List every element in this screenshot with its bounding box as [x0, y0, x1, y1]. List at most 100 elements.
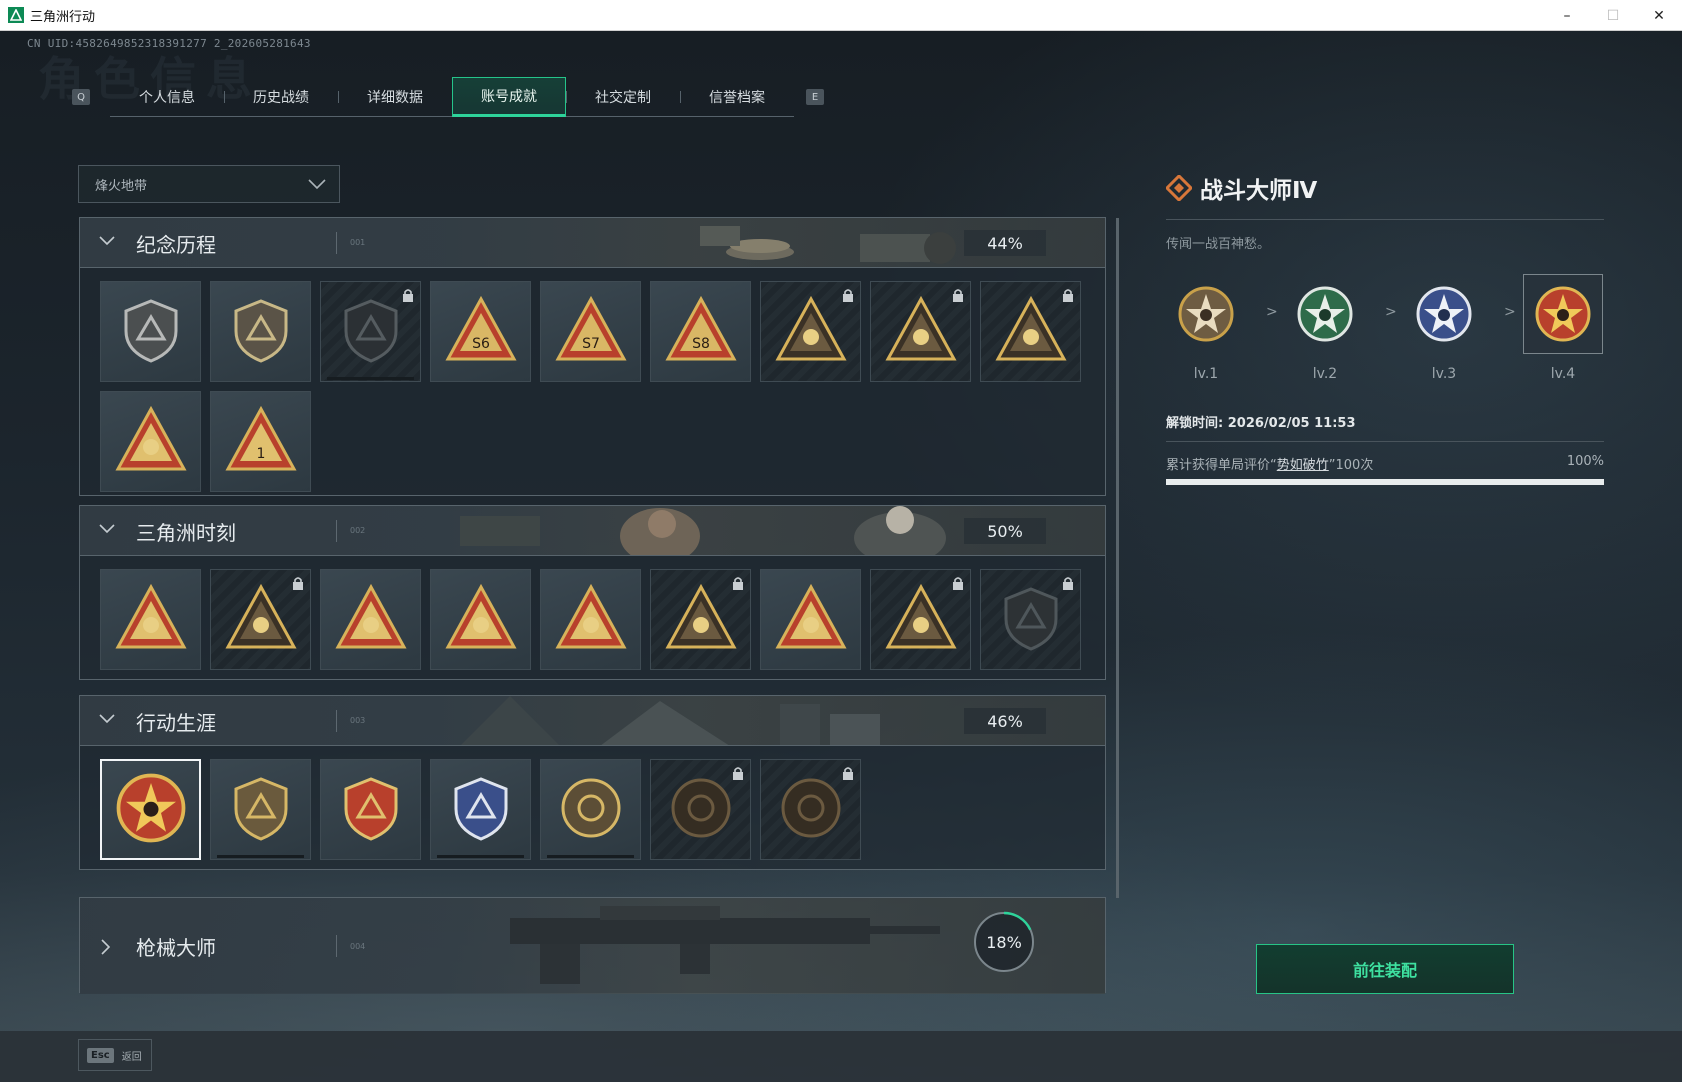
tab-3[interactable]: 详细数据 — [338, 77, 452, 117]
star-medal-icon — [1523, 274, 1603, 354]
divider — [1166, 441, 1604, 442]
level-label: lv.1 — [1193, 366, 1219, 382]
achievement-cell[interactable] — [100, 759, 201, 860]
chevron-right-icon — [101, 939, 111, 955]
level-item[interactable]: lv.1 — [1166, 274, 1246, 382]
achievement-cell[interactable] — [760, 759, 861, 860]
level-label: lv.3 — [1431, 366, 1457, 382]
wing-shield-badge-icon — [226, 773, 296, 847]
divider — [336, 935, 337, 957]
detail-title-row: 战斗大师Ⅳ — [1166, 171, 1604, 205]
achievement-cell[interactable]: S6 — [430, 281, 531, 382]
tab-5[interactable]: 社交定制 — [566, 77, 680, 117]
eagle-shield-badge-icon — [336, 773, 406, 847]
category-header[interactable]: 行动生涯 003 46% — [80, 696, 1105, 746]
achievement-cell[interactable] — [430, 759, 531, 860]
achievement-cell[interactable] — [870, 569, 971, 670]
svg-text:1: 1 — [256, 446, 265, 462]
diamond-icon — [1166, 175, 1192, 201]
divider — [336, 232, 337, 254]
progress-strip — [327, 377, 414, 380]
minimize-button[interactable]: – — [1544, 0, 1590, 31]
soldier-badge-icon — [774, 293, 848, 371]
mode-dropdown[interactable]: 烽火地带 — [78, 165, 340, 203]
key-hint-e[interactable]: E — [806, 89, 824, 105]
bottom-bar: Esc 返回 — [0, 1031, 1682, 1082]
window-title: 三角洲行动 — [30, 9, 96, 25]
gem-badge-icon — [444, 581, 518, 659]
requirement-text: 累计获得单局评价“势如破竹”100次 — [1166, 454, 1373, 473]
detail-title: 战斗大师Ⅳ — [1200, 178, 1318, 204]
achievement-cell[interactable] — [320, 281, 421, 382]
level-item[interactable]: lv.4 — [1523, 274, 1603, 382]
level-item[interactable]: lv.3 — [1404, 274, 1484, 382]
achievement-cell[interactable] — [650, 569, 751, 670]
category-panel-weapon-master: 枪械大师 004 18% — [79, 897, 1106, 994]
tab-1[interactable]: 个人信息 — [110, 77, 224, 117]
category-header[interactable]: 枪械大师 004 18% — [80, 898, 1105, 994]
lock-icon — [1062, 575, 1074, 594]
achievement-cell[interactable] — [980, 281, 1081, 382]
achievement-cell[interactable] — [210, 759, 311, 860]
app-area: 角色信息 CN UID:4582649852318391277 2_202605… — [0, 31, 1682, 1082]
city-decoration-icon — [461, 696, 880, 745]
window-titlebar: 三角洲行动 – ☐ ✕ — [0, 0, 1682, 31]
tab-6[interactable]: 信誉档案 — [680, 77, 794, 117]
achievement-cell[interactable] — [100, 281, 201, 382]
star-medal-icon — [1166, 274, 1246, 354]
category-index: 003 — [350, 716, 366, 725]
tab-4[interactable]: 账号成就 — [452, 77, 566, 117]
category-header[interactable]: 三角洲时刻 002 50% — [80, 506, 1105, 556]
category-percent: 18% — [986, 933, 1022, 952]
level-row: lv.1 > lv.2 > lv.3 > lv.4 — [1166, 274, 1604, 384]
progress-strip — [437, 855, 524, 858]
achievement-cell[interactable]: S8 — [650, 281, 751, 382]
arrow-icon: > — [1504, 304, 1516, 320]
achievement-cell[interactable] — [540, 759, 641, 860]
achievement-cell[interactable] — [210, 569, 311, 670]
achievement-cell[interactable]: 1 — [210, 391, 311, 492]
achievement-cell[interactable] — [760, 569, 861, 670]
star-medal-icon — [1285, 274, 1365, 354]
kneel-badge-icon — [334, 581, 408, 659]
requirement-prefix: 累计获得单局评价“ — [1166, 458, 1277, 473]
category-header[interactable]: 纪念历程 001 44% — [80, 218, 1105, 268]
level-item[interactable]: lv.2 — [1285, 274, 1365, 382]
s7-badge-icon: S7 — [554, 293, 628, 371]
achievement-cell[interactable] — [100, 391, 201, 492]
helmet-badge-icon — [336, 295, 406, 369]
achievement-cell[interactable] — [320, 759, 421, 860]
achievement-cell[interactable] — [210, 281, 311, 382]
requirement-suffix: ”100次 — [1328, 458, 1374, 473]
mask-badge-icon — [884, 293, 958, 371]
team-badge-icon — [554, 581, 628, 659]
close-button[interactable]: ✕ — [1636, 0, 1682, 31]
achievement-cell[interactable] — [650, 759, 751, 860]
scrollbar[interactable] — [1116, 218, 1119, 898]
achievement-cell[interactable] — [980, 569, 1081, 670]
soldiers-decoration-icon — [460, 506, 946, 555]
category-percent: 50% — [964, 518, 1046, 544]
s6-badge-icon: S6 — [444, 293, 518, 371]
achievement-cell[interactable] — [760, 281, 861, 382]
progress-strip — [547, 855, 634, 858]
skull-badge-icon — [994, 293, 1068, 371]
category-title: 枪械大师 — [136, 936, 216, 960]
achievement-cell[interactable] — [320, 569, 421, 670]
achievement-cell[interactable] — [540, 569, 641, 670]
achievement-cell[interactable]: S7 — [540, 281, 641, 382]
maximize-button[interactable]: ☐ — [1590, 0, 1636, 31]
requirement-highlight[interactable]: 势如破竹 — [1277, 458, 1329, 473]
unlock-time: 解锁时间: 2026/02/05 11:53 — [1166, 416, 1356, 431]
category-percent: 44% — [964, 230, 1046, 256]
tab-2[interactable]: 历史战绩 — [224, 77, 338, 117]
tab-row: 个人信息 历史战绩 详细数据 账号成就 社交定制 信誉档案 — [110, 77, 794, 117]
back-button[interactable]: Esc 返回 — [78, 1039, 152, 1071]
achievement-cell[interactable] — [870, 281, 971, 382]
key-hint-q[interactable]: Q — [72, 89, 90, 105]
achievement-cell[interactable] — [100, 569, 201, 670]
category-index: 004 — [350, 942, 366, 951]
ring-badge-icon — [556, 773, 626, 847]
achievement-cell[interactable] — [430, 569, 531, 670]
equip-button[interactable]: 前往装配 — [1256, 944, 1514, 994]
